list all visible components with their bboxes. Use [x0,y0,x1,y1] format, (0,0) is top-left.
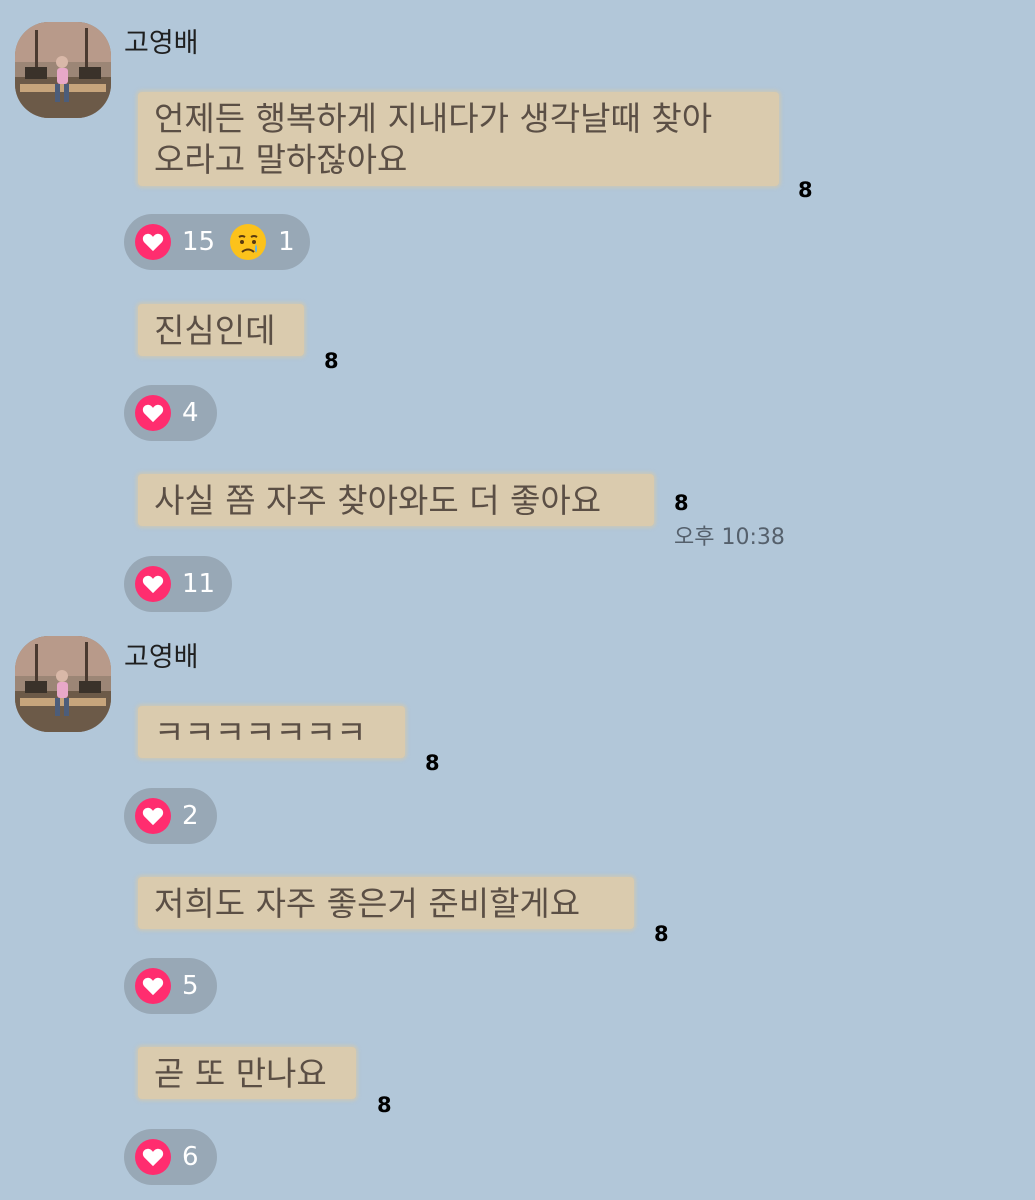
reaction-pill[interactable]: 2 [124,788,217,844]
message-bubble[interactable]: 진심인데 [138,304,304,356]
unread-count: 8 [654,922,669,946]
message-text: 진심인데 [154,311,276,350]
heart-icon [135,798,171,834]
heart-count: 5 [182,971,199,1001]
heart-icon [135,224,171,260]
avatar[interactable] [15,636,111,732]
profile-photo-icon [15,22,111,118]
sender-name: 고영배 [124,28,199,59]
sender-name: 고영배 [124,642,199,673]
heart-icon [135,566,171,602]
reaction-pill[interactable]: 6 [124,1129,217,1185]
unread-count: 8 [798,178,813,202]
reaction-pill[interactable]: 11 [124,556,232,612]
message-text: 언제든 행복하게 지내다가 생각날때 찾아 오라고 말하잖아요 [154,99,713,179]
reaction-pill[interactable]: 5 [124,958,217,1014]
message-text: 사실 쫌 자주 찾아와도 더 좋아요 [154,481,602,520]
heart-count: 11 [182,569,216,599]
reaction-pill[interactable]: 4 [124,385,217,441]
heart-count: 6 [182,1142,199,1172]
heart-icon [135,968,171,1004]
message-bubble[interactable]: 곧 또 만나요 [138,1047,356,1099]
heart-icon [135,395,171,431]
unread-count: 8 [377,1093,392,1117]
message-text: 저희도 자주 좋은거 준비할게요 [154,884,581,923]
unread-count: 8 [674,491,689,515]
profile-photo-icon [15,636,111,732]
timestamp: 오후 10:38 [674,525,785,550]
message-text: 곧 또 만나요 [154,1054,327,1093]
message-text: ㅋㅋㅋㅋㅋㅋㅋ [154,713,367,752]
unread-count: 8 [324,349,339,373]
unread-count: 8 [425,751,440,775]
heart-icon [135,1139,171,1175]
message-bubble[interactable]: 저희도 자주 좋은거 준비할게요 [138,877,634,929]
avatar[interactable] [15,22,111,118]
crying-count: 1 [278,227,295,257]
heart-count: 15 [182,227,216,257]
heart-count: 2 [182,801,199,831]
message-bubble[interactable]: 언제든 행복하게 지내다가 생각날때 찾아 오라고 말하잖아요 [138,92,779,186]
message-bubble[interactable]: ㅋㅋㅋㅋㅋㅋㅋ [138,706,405,758]
crying-face-icon [229,223,267,261]
reaction-pill[interactable]: 15 1 [124,214,310,270]
heart-count: 4 [182,398,199,428]
message-bubble[interactable]: 사실 쫌 자주 찾아와도 더 좋아요 [138,474,654,526]
